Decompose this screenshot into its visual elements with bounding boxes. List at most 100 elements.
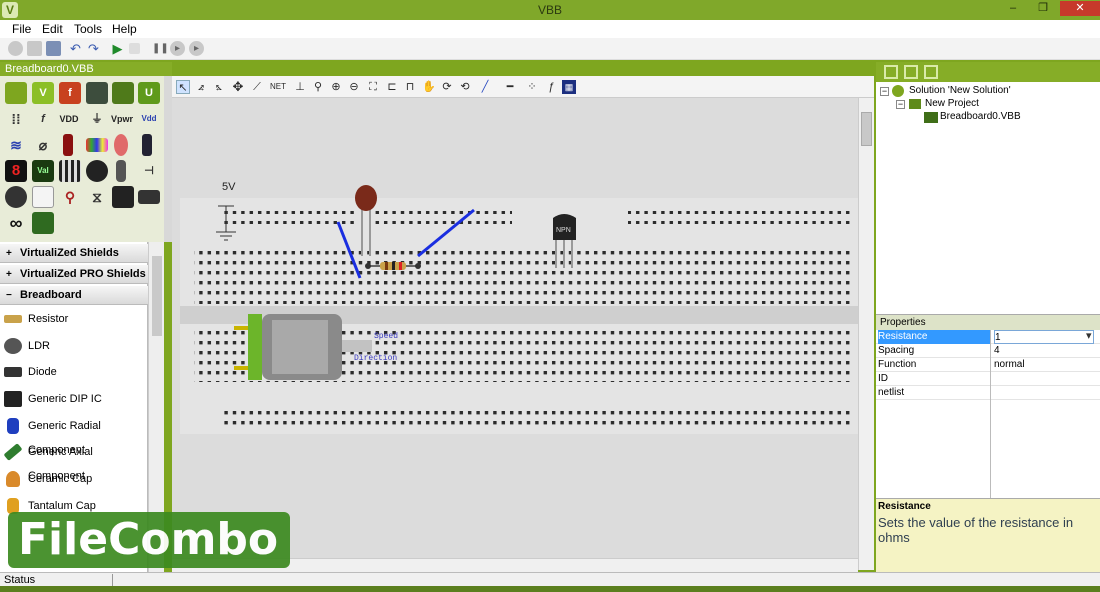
- relay-icon[interactable]: ⧖: [86, 186, 108, 208]
- pause-icon[interactable]: ❚❚: [152, 41, 169, 56]
- scroll-thumb[interactable]: [152, 256, 162, 336]
- v-icon[interactable]: V: [32, 82, 54, 104]
- vdd-icon[interactable]: VDD: [56, 108, 82, 130]
- menu-help[interactable]: Help: [112, 22, 137, 36]
- shield-u-icon[interactable]: U: [138, 82, 160, 104]
- pot-icon[interactable]: [5, 186, 27, 208]
- search-icon[interactable]: ⚲: [311, 80, 325, 94]
- property-row-resistance[interactable]: Resistance 1 ▾: [876, 330, 1100, 344]
- color-bar-icon[interactable]: [86, 138, 108, 152]
- pen-icon[interactable]: ╱: [478, 80, 492, 94]
- chevron-down-icon[interactable]: ▾: [1086, 330, 1092, 343]
- rotate-right-icon[interactable]: ⦩: [212, 80, 226, 94]
- tree-item-solution[interactable]: Solution 'New Solution': [909, 85, 1011, 97]
- step-forward-icon[interactable]: ▸: [170, 41, 185, 56]
- fuse-icon[interactable]: ⌀: [32, 134, 54, 156]
- vpwr-icon[interactable]: Vpwr: [108, 108, 136, 130]
- close-button[interactable]: ✕: [1060, 1, 1100, 16]
- resistor-red-icon[interactable]: [63, 134, 73, 156]
- function-icon[interactable]: ƒ: [544, 80, 558, 94]
- pointer-icon[interactable]: ↖: [176, 80, 190, 94]
- tree-item-project[interactable]: New Project: [925, 98, 979, 110]
- flip-h-icon[interactable]: ⊏: [385, 80, 399, 94]
- run-icon[interactable]: ▶: [110, 41, 125, 56]
- flash-icon[interactable]: f: [59, 82, 81, 104]
- rotate-icon[interactable]: ⟳: [440, 80, 454, 94]
- menu-edit[interactable]: Edit: [42, 22, 63, 36]
- zoom-out-icon[interactable]: ⊖: [347, 80, 361, 94]
- properties-divider[interactable]: [990, 330, 991, 498]
- wire-icon[interactable]: ⟋: [250, 80, 264, 94]
- shield-icon[interactable]: [112, 82, 134, 104]
- category-virtualized-shields[interactable]: + VirtualiZed Shields: [0, 244, 148, 263]
- module-icon[interactable]: [138, 190, 160, 204]
- chip-icon[interactable]: [86, 82, 108, 104]
- board-icon[interactable]: [32, 212, 54, 234]
- zoom-fit-icon[interactable]: ⛶: [366, 80, 380, 94]
- category-breadboard[interactable]: − Breadboard: [0, 286, 148, 305]
- seven-seg-icon[interactable]: 8: [5, 160, 27, 182]
- new-icon[interactable]: [8, 41, 23, 56]
- redo-icon[interactable]: ↷: [86, 41, 101, 56]
- list-item-resistor[interactable]: Resistor: [0, 307, 148, 331]
- rotate-left-icon[interactable]: ⦨: [194, 80, 208, 94]
- bulb-icon[interactable]: [114, 134, 128, 156]
- switch-icon[interactable]: [142, 134, 152, 156]
- canvas-vertical-scrollbar[interactable]: [858, 98, 874, 570]
- flip-v-icon[interactable]: ⊓: [403, 80, 417, 94]
- property-row-spacing[interactable]: Spacing 4: [876, 344, 1100, 358]
- tree-expander[interactable]: −: [880, 87, 889, 96]
- select-all-icon[interactable]: ▦: [562, 80, 576, 94]
- resistance-input[interactable]: 1: [994, 330, 1094, 344]
- pan-icon[interactable]: ✋: [422, 80, 436, 94]
- zoom-in-icon[interactable]: ⊕: [329, 80, 343, 94]
- nodes-icon[interactable]: ⁘: [525, 80, 539, 94]
- line-icon[interactable]: ━: [500, 80, 520, 94]
- menu-tools[interactable]: Tools: [74, 22, 102, 36]
- undo-icon[interactable]: ↶: [68, 41, 83, 56]
- scroll-thumb[interactable]: [861, 112, 872, 146]
- list-item-generic-dip-ic[interactable]: Generic DIP IC: [0, 387, 148, 411]
- tree-expander[interactable]: −: [896, 100, 905, 109]
- list-item-ldr[interactable]: LDR: [0, 334, 148, 358]
- probe-icon[interactable]: ⊥: [293, 80, 307, 94]
- keypad-icon[interactable]: [59, 160, 81, 182]
- rotate-ccw-icon[interactable]: ⟲: [458, 80, 472, 94]
- lcd-icon[interactable]: Val: [32, 160, 54, 182]
- stop-icon[interactable]: [129, 43, 140, 54]
- sensor-icon[interactable]: [86, 160, 108, 182]
- transistor-icon[interactable]: ⊣: [138, 160, 160, 182]
- tree-item-breadboard[interactable]: Breadboard0.VBB: [940, 111, 1021, 123]
- document-tab[interactable]: Breadboard0.VBB: [0, 62, 172, 76]
- view-split-icon[interactable]: [904, 65, 918, 79]
- property-row-id[interactable]: ID: [876, 372, 1100, 386]
- view-list-icon[interactable]: [924, 65, 938, 79]
- infinity-icon[interactable]: ∞: [5, 212, 27, 234]
- restore-button[interactable]: ❐: [1030, 1, 1056, 16]
- ground-icon[interactable]: ⏚: [86, 108, 108, 130]
- move-icon[interactable]: ✥: [231, 80, 245, 94]
- category-virtualized-pro-shields[interactable]: + VirtualiZed PRO Shields: [0, 265, 148, 284]
- breadboard-canvas[interactable]: 5V NPN Speed Direction: [172, 98, 858, 558]
- open-icon[interactable]: [27, 41, 42, 56]
- joystick-icon[interactable]: ⚲: [59, 186, 81, 208]
- minimize-button[interactable]: ‒: [1000, 1, 1026, 16]
- step-end-icon[interactable]: ▸: [189, 41, 204, 56]
- meter-icon[interactable]: [32, 186, 54, 208]
- breadboard-svg[interactable]: 5V NPN Speed Direction: [172, 98, 858, 558]
- palette-scrollbar[interactable]: [164, 76, 172, 242]
- mic-icon[interactable]: [116, 160, 126, 182]
- display-icon[interactable]: [112, 186, 134, 208]
- list-item-diode[interactable]: Diode: [0, 360, 148, 384]
- list-item-generic-axial-component[interactable]: Generic Axial Component: [0, 440, 148, 482]
- property-row-function[interactable]: Function normal: [876, 358, 1100, 372]
- property-row-netlist[interactable]: netlist: [876, 386, 1100, 400]
- vdd-coil-icon[interactable]: Vdd: [138, 108, 160, 130]
- breadboard-upper-holes[interactable]: [194, 248, 854, 304]
- menu-file[interactable]: File: [12, 22, 31, 36]
- coil-icon[interactable]: ≋: [5, 134, 27, 156]
- function-icon[interactable]: f: [32, 108, 54, 130]
- chameleon-icon[interactable]: [5, 82, 27, 104]
- npn-transistor[interactable]: NPN: [553, 214, 576, 268]
- save-icon[interactable]: [46, 41, 61, 56]
